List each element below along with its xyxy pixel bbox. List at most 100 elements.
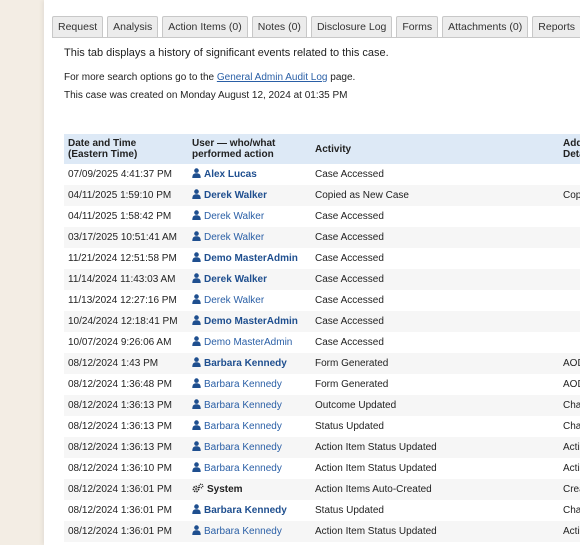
- user-icon: [192, 438, 201, 451]
- cell-activity: Case Accessed: [315, 253, 384, 264]
- cell-additional-details: [559, 269, 580, 290]
- cell-activity: Action Item Status Updated: [315, 526, 437, 537]
- cell-datetime: 11/21/2024 12:51:58 PM: [68, 253, 177, 264]
- cell-additional-details: [559, 227, 580, 248]
- cell-activity: Status Updated: [315, 505, 384, 516]
- user-link[interactable]: Barbara Kennedy: [204, 358, 287, 369]
- user-link[interactable]: Barbara Kennedy: [204, 505, 287, 516]
- table-row: 08/12/2024 1:36:13 PM Barbara Kennedy Outc…: [64, 395, 580, 416]
- cell-user: Demo MasterAdmin: [188, 311, 311, 332]
- cell-activity: Form Generated: [315, 379, 389, 390]
- cell-activity: Action Item Status Updated: [315, 442, 437, 453]
- cell-datetime: 08/12/2024 1:36:01 PM: [68, 484, 172, 495]
- tab-disclosure-log[interactable]: Disclosure Log: [310, 16, 393, 38]
- user-icon: [192, 501, 201, 514]
- cell-additional-details: Actio: [563, 463, 580, 474]
- tab-action-items-0[interactable]: Action Items (0): [162, 16, 248, 38]
- cell-datetime: 10/24/2024 12:18:41 PM: [68, 316, 178, 327]
- cell-user: Derek Walker: [188, 185, 311, 206]
- user-link[interactable]: Derek Walker: [204, 274, 267, 285]
- user-icon: [192, 186, 201, 199]
- tab-forms[interactable]: Forms: [396, 16, 439, 38]
- tab-reports[interactable]: Reports: [532, 16, 580, 38]
- cell-user: Barbara Kennedy: [188, 500, 311, 521]
- cell-datetime: 11/14/2024 11:43:03 AM: [68, 274, 176, 285]
- table-header-row: Date and Time (Eastern Time) User — who/w…: [64, 134, 580, 164]
- table-row: 08/12/2024 1:36:13 PM Barbara Kennedy Stat…: [64, 416, 580, 437]
- user-icon: [192, 459, 201, 472]
- user-link[interactable]: Derek Walker: [204, 190, 267, 201]
- cell-user: Barbara Kennedy: [188, 374, 311, 395]
- tab-request[interactable]: Request: [52, 16, 104, 38]
- audit-log-rows: 07/09/2025 4:41:37 PM Alex Lucas Case Acce…: [64, 164, 580, 542]
- cell-additional-details: Chan: [563, 421, 580, 432]
- user-link[interactable]: Derek Walker: [204, 295, 264, 306]
- search-options-text: For more search options go to the Genera…: [64, 72, 355, 83]
- general-admin-audit-log-link[interactable]: General Admin Audit Log: [217, 72, 328, 83]
- user-icon: [192, 417, 201, 430]
- table-row: 08/12/2024 1:36:01 PM Barbara Kennedy Stat…: [64, 500, 580, 521]
- cell-activity: Case Accessed: [315, 169, 384, 180]
- cell-additional-details: [559, 311, 580, 332]
- cell-user: Demo MasterAdmin: [188, 248, 311, 269]
- case-created-text: This case was created on Monday August 1…: [64, 90, 348, 101]
- system-label: System: [207, 484, 243, 495]
- tab-analysis[interactable]: Analysis: [107, 16, 159, 38]
- cell-activity: Copied as New Case: [315, 190, 409, 201]
- user-link[interactable]: Alex Lucas: [204, 169, 257, 180]
- cell-additional-details: [559, 290, 580, 311]
- cell-additional-details: Crea: [563, 484, 580, 495]
- cell-additional-details: Copied: [563, 190, 580, 201]
- cell-activity: Case Accessed: [315, 274, 384, 285]
- cell-user: System: [188, 479, 311, 500]
- user-link[interactable]: Barbara Kennedy: [204, 526, 282, 537]
- header-additional-details: Additional Details: [563, 138, 580, 160]
- table-row: 03/17/2025 10:51:41 AM Derek Walker Case A…: [64, 227, 580, 248]
- table-row: 08/12/2024 1:36:01 PM System Action Items …: [64, 479, 580, 500]
- cell-user: Derek Walker: [188, 206, 311, 227]
- cell-user: Alex Lucas: [188, 164, 311, 185]
- cell-additional-details: [559, 332, 580, 353]
- gears-icon: [192, 480, 204, 493]
- tab-notes-0[interactable]: Notes (0): [251, 16, 307, 38]
- user-link[interactable]: Demo MasterAdmin: [204, 337, 292, 348]
- table-row: 04/11/2025 1:58:42 PM Derek Walker Case Ac…: [64, 206, 580, 227]
- tab-attachments-0[interactable]: Attachments (0): [442, 16, 529, 38]
- user-icon: [192, 354, 201, 367]
- user-link[interactable]: Barbara Kennedy: [204, 463, 282, 474]
- cell-additional-details: Actio: [563, 526, 580, 537]
- cell-user: Derek Walker: [188, 269, 311, 290]
- table-row: 10/24/2024 12:18:41 PM Demo MasterAdmin Ca…: [64, 311, 580, 332]
- cell-datetime: 08/12/2024 1:36:13 PM: [68, 400, 172, 411]
- table-row: 04/11/2025 1:59:10 PM Derek Walker Copied …: [64, 185, 580, 206]
- cell-datetime: 08/12/2024 1:36:13 PM: [68, 442, 172, 453]
- cell-activity: Outcome Updated: [315, 400, 397, 411]
- cell-user: Demo MasterAdmin: [188, 332, 311, 353]
- table-row: 08/12/2024 1:36:48 PM Barbara Kennedy Form…: [64, 374, 580, 395]
- table-row: 10/07/2024 9:26:06 AM Demo MasterAdmin Cas…: [64, 332, 580, 353]
- cell-datetime: 03/17/2025 10:51:41 AM: [68, 232, 177, 243]
- user-link[interactable]: Derek Walker: [204, 211, 264, 222]
- header-datetime: Date and Time (Eastern Time): [68, 138, 138, 160]
- user-link[interactable]: Barbara Kennedy: [204, 379, 282, 390]
- user-link[interactable]: Barbara Kennedy: [204, 400, 282, 411]
- audit-log-table: Date and Time (Eastern Time) User — who/w…: [64, 134, 580, 542]
- user-link[interactable]: Demo MasterAdmin: [204, 316, 298, 327]
- user-link[interactable]: Derek Walker: [204, 232, 264, 243]
- cell-activity: Status Updated: [315, 421, 384, 432]
- cell-datetime: 08/12/2024 1:36:48 PM: [68, 379, 172, 390]
- user-link[interactable]: Demo MasterAdmin: [204, 253, 298, 264]
- cell-user: Barbara Kennedy: [188, 353, 311, 374]
- cell-datetime: 10/07/2024 9:26:06 AM: [68, 337, 172, 348]
- cell-additional-details: Actio: [563, 442, 580, 453]
- table-row: 08/12/2024 1:36:13 PM Barbara Kennedy Acti…: [64, 437, 580, 458]
- user-link[interactable]: Barbara Kennedy: [204, 421, 282, 432]
- table-row: 08/12/2024 1:43 PM Barbara Kennedy Form Ge…: [64, 353, 580, 374]
- user-link[interactable]: Barbara Kennedy: [204, 442, 282, 453]
- cell-additional-details: [559, 164, 580, 185]
- user-icon: [192, 312, 201, 325]
- cell-activity: Action Items Auto-Created: [315, 484, 432, 495]
- cell-datetime: 08/12/2024 1:36:01 PM: [68, 526, 172, 537]
- search-suffix: page.: [327, 72, 356, 83]
- user-icon: [192, 228, 201, 241]
